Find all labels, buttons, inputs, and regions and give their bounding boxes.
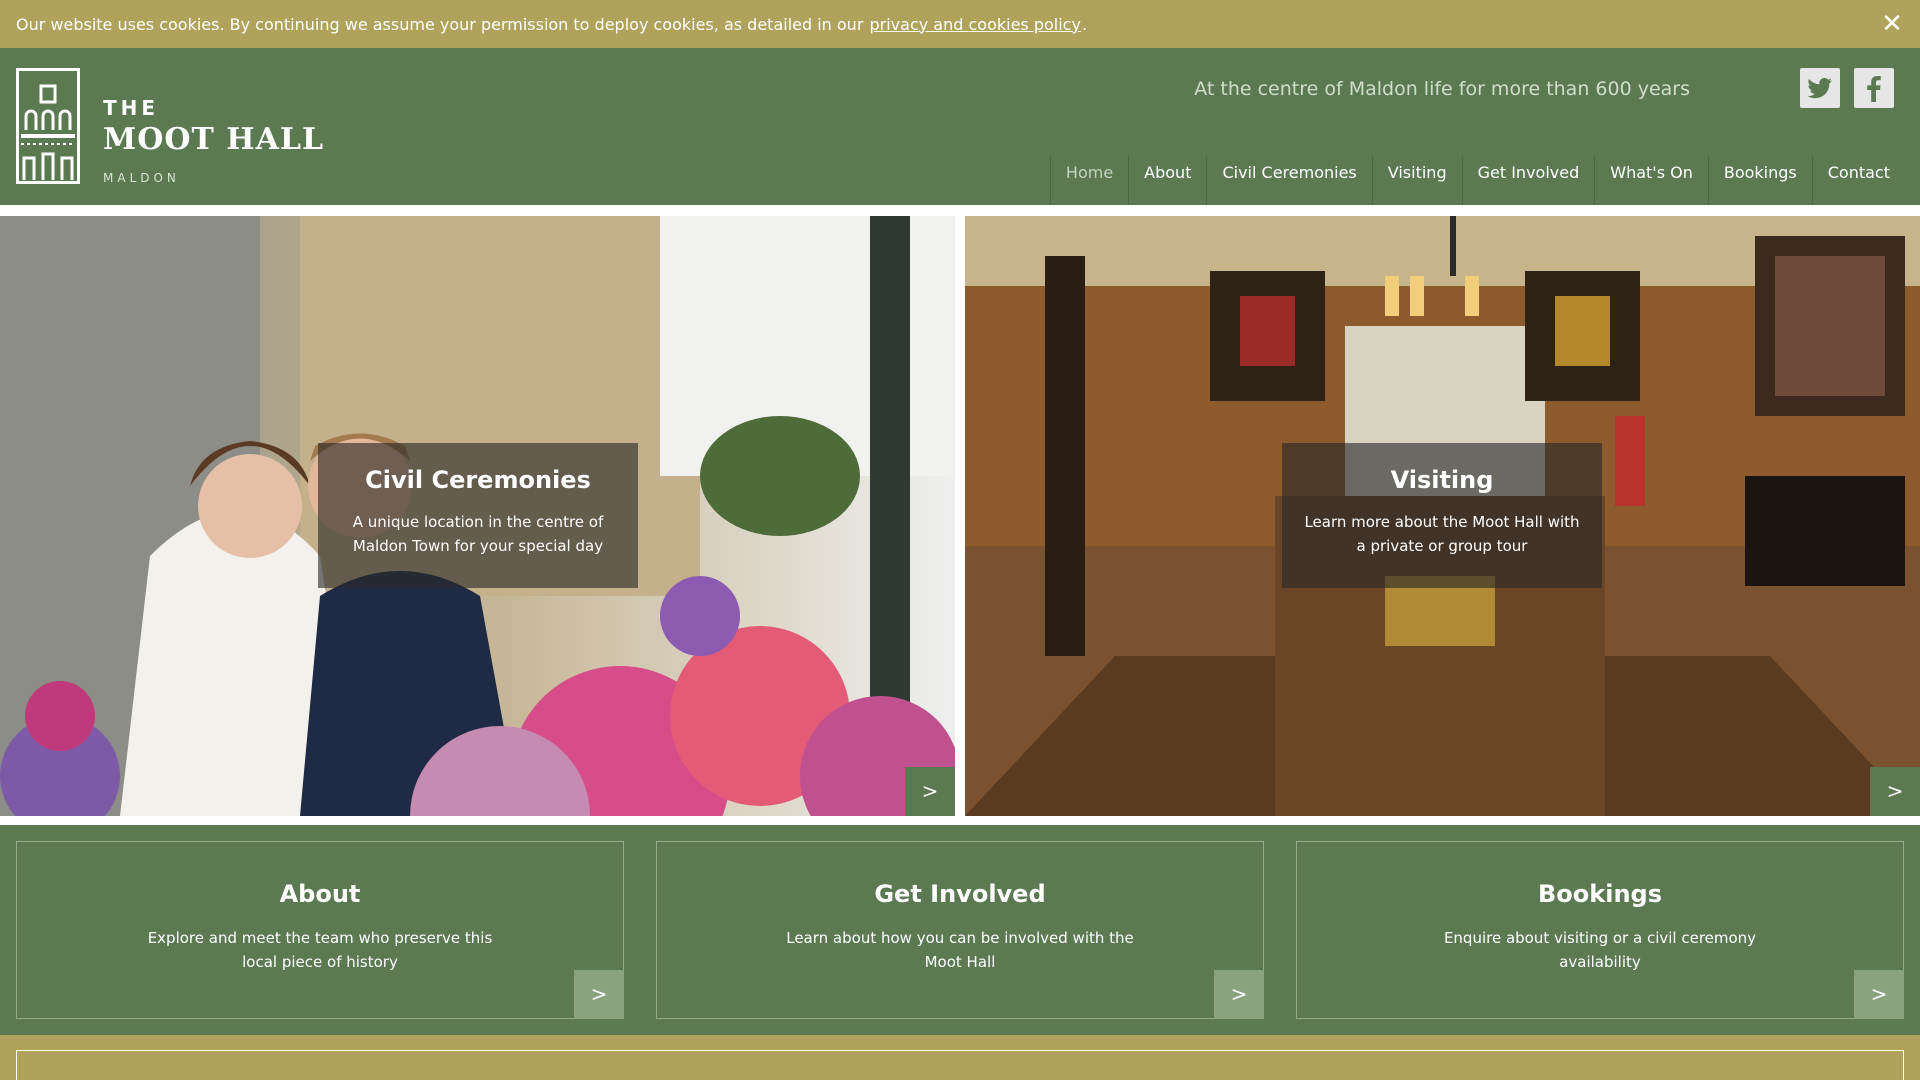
card-bookings[interactable]: Bookings Enquire about visiting or a civ… [1296, 841, 1904, 1019]
nav-contact[interactable]: Contact [1811, 156, 1905, 205]
card-get-involved[interactable]: Get Involved Learn about how you can be … [656, 841, 1264, 1019]
site-tagline: At the centre of Maldon life for more th… [1194, 78, 1690, 100]
card-text: Explore and meet the team who preserve t… [147, 929, 493, 971]
card-title: Bookings [1537, 880, 1662, 908]
nav-get-involved[interactable]: Get Involved [1461, 156, 1595, 205]
close-icon[interactable]: ✕ [1878, 10, 1906, 38]
card-title: About [279, 880, 361, 908]
logo-name: MOOT HALL [103, 122, 325, 157]
footer-teaser-band [0, 1035, 1920, 1090]
nav-home[interactable]: Home [1049, 156, 1128, 205]
card-about[interactable]: About Explore and meet the team who pres… [16, 841, 624, 1019]
hero-title: Civil Ceremonies [365, 466, 591, 494]
card-arrow-button[interactable]: > [574, 970, 624, 1019]
privacy-policy-link[interactable]: privacy and cookies policy [870, 15, 1081, 34]
hero-text: A unique location in the centre of Maldo… [352, 513, 604, 555]
cookie-text: Our website uses cookies. By continuing … [16, 14, 864, 34]
hero-arrow-button[interactable]: > [905, 767, 955, 816]
main-nav: Home About Civil Ceremonies Visiting Get… [1049, 156, 1905, 205]
nav-about[interactable]: About [1128, 156, 1206, 205]
hero-text: Learn more about the Moot Hall with a pr… [1304, 513, 1580, 555]
logo-the: THE [103, 96, 160, 120]
hero-caption: Visiting Learn more about the Moot Hall … [1282, 443, 1602, 588]
card-text: Enquire about visiting or a civil ceremo… [1443, 929, 1757, 971]
twitter-icon[interactable] [1800, 68, 1840, 108]
nav-civil-ceremonies[interactable]: Civil Ceremonies [1206, 156, 1371, 205]
hero-visiting[interactable]: Visiting Learn more about the Moot Hall … [965, 216, 1920, 816]
hero-arrow-button[interactable]: > [1870, 767, 1920, 816]
footer-teaser-box [16, 1050, 1904, 1090]
card-text: Learn about how you can be involved with… [786, 929, 1134, 971]
hero-civil-ceremonies[interactable]: Civil Ceremonies A unique location in th… [0, 216, 955, 816]
moot-hall-logo-icon[interactable] [16, 68, 80, 184]
logo-subtitle: MALDON [103, 171, 180, 185]
facebook-icon[interactable] [1854, 68, 1894, 108]
card-title: Get Involved [874, 880, 1046, 908]
site-header: THE MOOT HALL MALDON At the centre of Ma… [0, 48, 1920, 205]
hero-caption: Civil Ceremonies A unique location in th… [318, 443, 638, 588]
card-arrow-button[interactable]: > [1854, 970, 1904, 1019]
nav-bookings[interactable]: Bookings [1707, 156, 1812, 205]
hero-title: Visiting [1390, 466, 1494, 494]
nav-visiting[interactable]: Visiting [1371, 156, 1462, 205]
cookie-text-end: . [1081, 14, 1088, 34]
card-arrow-button[interactable]: > [1214, 970, 1264, 1019]
logo-wordmark[interactable]: THE MOOT HALL MALDON [103, 96, 324, 185]
nav-whats-on[interactable]: What's On [1594, 156, 1708, 205]
cookie-banner: Our website uses cookies. By continuing … [0, 0, 1920, 48]
feature-cards-band: About Explore and meet the team who pres… [0, 825, 1920, 1035]
